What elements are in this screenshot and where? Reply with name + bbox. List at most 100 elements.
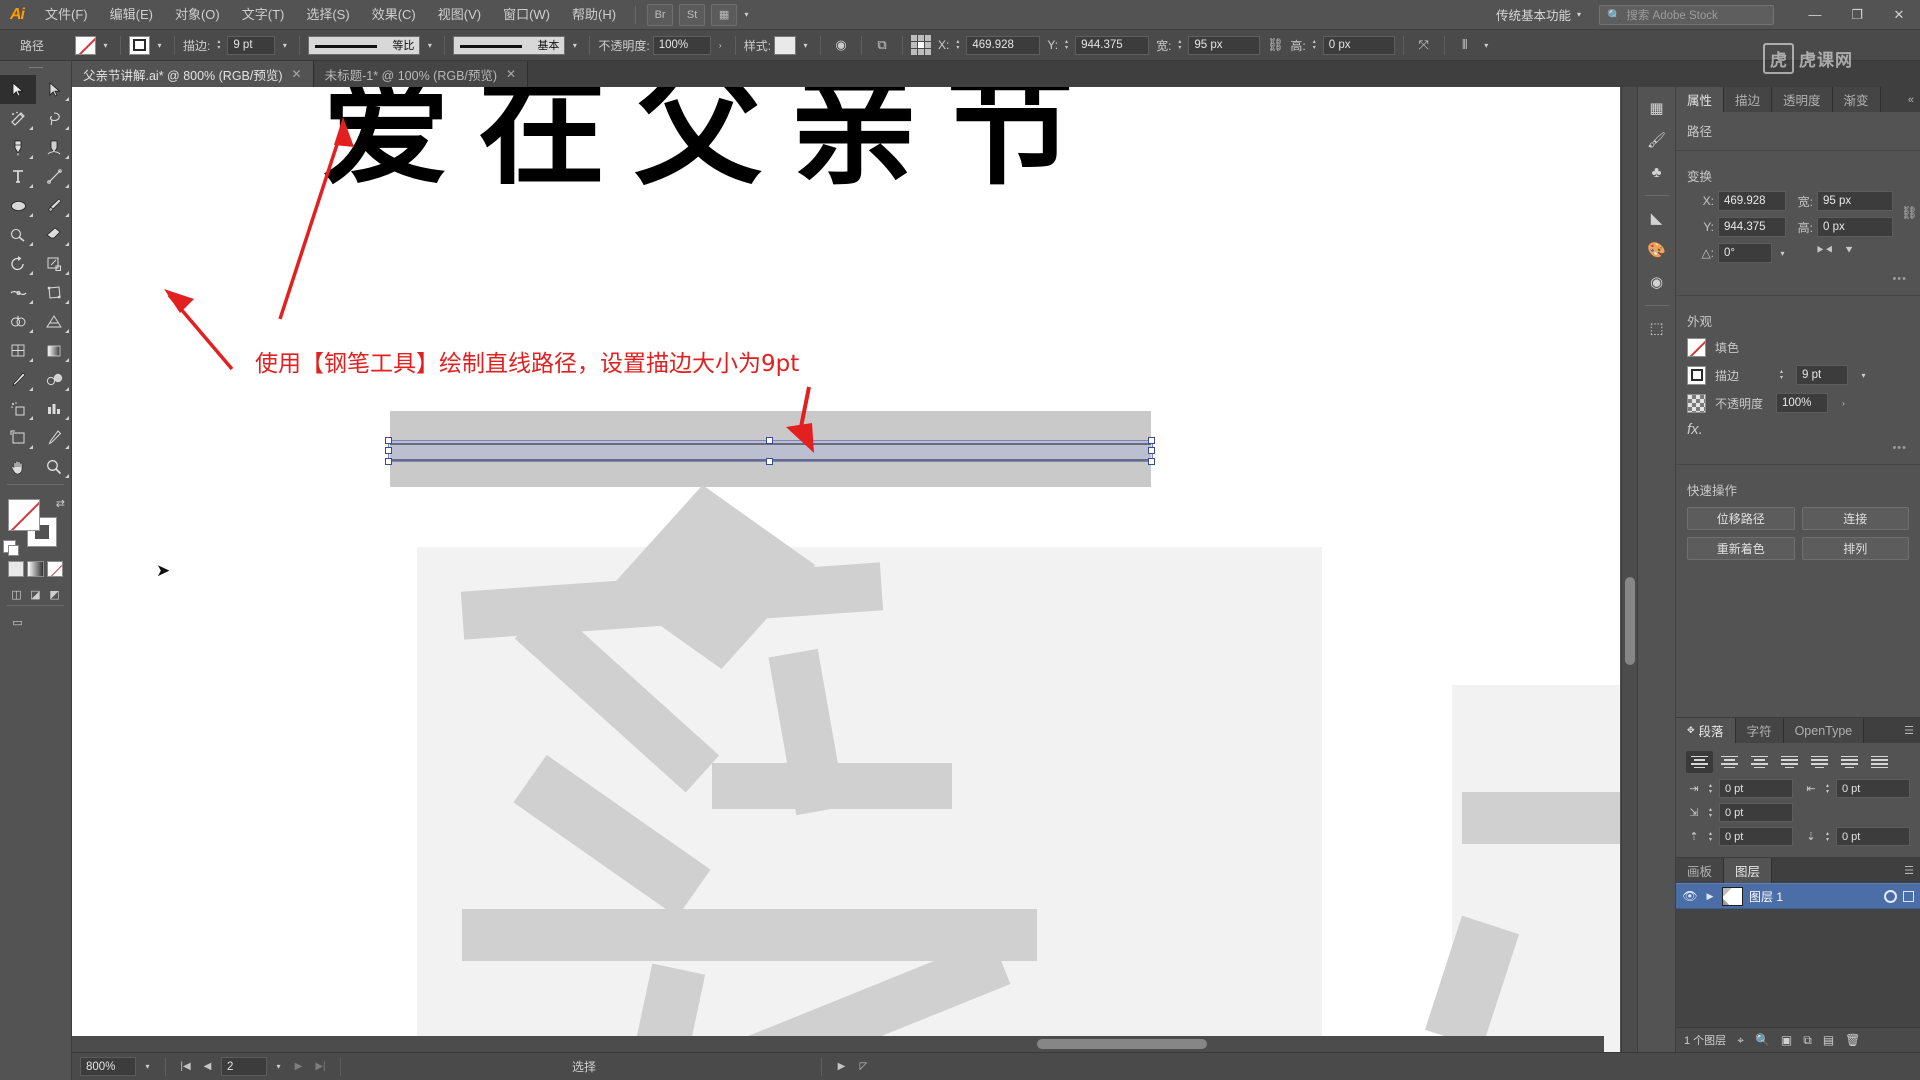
perspective-grid-tool[interactable] (36, 307, 72, 336)
reference-point-selector[interactable] (911, 35, 932, 55)
width-input-panel[interactable]: 95 px (1817, 191, 1893, 211)
recolor-artwork-icon[interactable]: ◉ (829, 34, 853, 56)
recolor-button[interactable]: 重新着色 (1687, 537, 1795, 560)
style-chevron-down-icon[interactable]: ▾ (799, 36, 812, 55)
opacity-flyout-icon-panel[interactable]: › (1837, 394, 1850, 413)
appearance-more-options[interactable]: ••• (1676, 442, 1920, 458)
space-after-input[interactable]: 0 pt (1836, 827, 1910, 846)
opacity-input-panel[interactable]: 100% (1776, 393, 1828, 413)
anchor-point-right-top[interactable] (1148, 437, 1155, 444)
justify-last-left-button[interactable] (1776, 751, 1803, 773)
stroke-weight-chevron-down-icon-panel[interactable]: ▾ (1857, 366, 1870, 385)
prev-artboard-button[interactable]: ◀ (199, 1061, 216, 1072)
stroke-color-swatch[interactable] (129, 35, 150, 55)
tab-transparency[interactable]: 透明度 (1772, 87, 1833, 112)
artboard-chevron-down-icon[interactable]: ▾ (272, 1057, 285, 1076)
selection-tool[interactable] (0, 75, 36, 104)
chevron-right-icon[interactable]: ▶ (1704, 891, 1716, 902)
stroke-chevron-down-icon[interactable]: ▾ (153, 36, 166, 55)
menu-select[interactable]: 选择(S) (295, 0, 360, 30)
indent-left-input[interactable]: 0 pt (1719, 779, 1793, 798)
x-stepper[interactable]: ▴ ▾ (952, 36, 963, 55)
window-close-button[interactable]: ✕ (1878, 0, 1920, 30)
anchor-point-left-top[interactable] (385, 437, 392, 444)
indent-right-input[interactable]: 0 pt (1836, 779, 1910, 798)
gradient-tool[interactable] (36, 336, 72, 365)
y-input[interactable]: 944.375 (1075, 35, 1150, 55)
menu-type[interactable]: 文字(T) (231, 0, 296, 30)
anchor-point-mid-top[interactable] (766, 437, 773, 444)
symbol-sprayer-tool[interactable] (0, 394, 36, 423)
horizontal-scroll-thumb[interactable] (1037, 1039, 1207, 1049)
fx-label[interactable]: fx. (1687, 421, 1739, 438)
color-guide-icon[interactable]: ◉ (1642, 267, 1672, 297)
menu-object[interactable]: 对象(O) (164, 0, 231, 30)
document-tab-second[interactable]: 未标题-1* @ 100% (RGB/预览) ✕ (313, 61, 529, 87)
document-tab-active[interactable]: 父亲节讲解.ai* @ 800% (RGB/预览) ✕ (72, 61, 314, 87)
menu-edit[interactable]: 编辑(E) (99, 0, 164, 30)
status-text[interactable]: 选择 (572, 1058, 596, 1075)
zoom-tool[interactable] (36, 452, 72, 481)
canvas-vertical-scrollbar[interactable] (1621, 87, 1637, 1052)
hand-tool[interactable] (0, 452, 36, 481)
flip-horizontal-icon[interactable]: ⯈⯇ (1815, 243, 1834, 258)
transform-each-icon[interactable]: ⤧ (1412, 34, 1436, 56)
line-segment-tool[interactable] (36, 162, 72, 191)
stroke-weight-stepper-panel[interactable]: ▴ ▾ (1776, 366, 1787, 385)
space-before-input[interactable]: 0 pt (1719, 827, 1793, 846)
width-stepper[interactable]: ▴ ▾ (1174, 36, 1185, 55)
lasso-tool[interactable] (36, 104, 72, 133)
arrange-documents-icon[interactable]: ▦ (711, 3, 738, 26)
gradient-icon[interactable]: ◣ (1642, 203, 1672, 233)
artboard-number-input[interactable]: 2 (221, 1057, 267, 1076)
swap-fill-stroke-icon[interactable]: ⇄ (56, 497, 65, 510)
shape-builder-tool[interactable] (0, 307, 36, 336)
none-mode-button[interactable] (46, 561, 63, 577)
x-input-panel[interactable]: 469.928 (1718, 191, 1786, 211)
symbols-icon[interactable]: ♣ (1642, 157, 1672, 187)
tab-artboards[interactable]: 画板 (1676, 858, 1725, 883)
y-stepper[interactable]: ▴ ▾ (1061, 36, 1072, 55)
close-icon[interactable]: ✕ (292, 67, 302, 81)
draw-behind-icon[interactable]: ◪ (28, 586, 43, 602)
stroke-swatch-panel[interactable] (1687, 365, 1706, 385)
color-mode-button[interactable] (8, 561, 25, 577)
draw-normal-icon[interactable]: ◫ (9, 586, 24, 602)
indent-left-stepper[interactable]: ▴ ▾ (1705, 779, 1716, 798)
tab-stroke[interactable]: 描边 (1724, 87, 1773, 112)
layer-target-icon[interactable] (1884, 889, 1897, 903)
fill-swatch-panel[interactable] (1687, 338, 1706, 357)
stroke-profile-select[interactable]: 等比 (308, 35, 421, 55)
align-right-button[interactable] (1746, 751, 1773, 773)
eye-icon[interactable]: 👁 (1682, 889, 1698, 903)
profile-chevron-down-icon[interactable]: ▾ (423, 36, 436, 55)
zoom-chevron-down-icon[interactable]: ▾ (141, 1057, 154, 1076)
height-input[interactable]: 0 px (1322, 35, 1395, 55)
artboard-tool[interactable] (0, 423, 36, 452)
space-after-stepper[interactable]: ▴ ▾ (1822, 827, 1833, 846)
angle-chevron-down-icon[interactable]: ▾ (1776, 244, 1789, 263)
ellipse-tool[interactable] (0, 191, 36, 220)
scale-tool[interactable] (36, 249, 72, 278)
color-icon[interactable]: 🎨 (1642, 235, 1672, 265)
tab-layers[interactable]: 图层 (1724, 858, 1773, 883)
stroke-weight-input-panel[interactable]: 9 pt (1796, 365, 1848, 385)
stroke-weight-input[interactable]: 9 pt (227, 35, 276, 55)
constrain-proportions-icon[interactable]: ⛓ (1263, 34, 1287, 56)
status-play-icon[interactable]: ▶ (833, 1061, 850, 1072)
anchor-point-right-mid[interactable] (1148, 447, 1155, 454)
opacity-input[interactable]: 100% (652, 35, 711, 55)
window-minimize-button[interactable]: — (1794, 0, 1836, 30)
justify-last-center-button[interactable] (1806, 751, 1833, 773)
indent-right-stepper[interactable]: ▴ ▾ (1822, 779, 1833, 798)
window-maximize-button[interactable]: ❐ (1836, 0, 1878, 30)
bridge-icon[interactable]: Br (647, 3, 674, 26)
change-screen-mode-icon[interactable]: ▭ (9, 614, 26, 630)
pattern-icon[interactable]: ⬚ (1642, 313, 1672, 343)
anchor-point-right-bottom[interactable] (1148, 458, 1155, 465)
join-button[interactable]: 连接 (1801, 507, 1909, 530)
tab-gradient[interactable]: 渐变 (1832, 87, 1881, 112)
document-canvas[interactable]: 爱在父亲节 使用【钢笔工具】绘制直线路径，设置描边大小为9pt ➤ (72, 87, 1620, 1052)
menu-file[interactable]: 文件(F) (34, 0, 99, 30)
fill-chevron-down-icon[interactable]: ▾ (99, 36, 112, 55)
